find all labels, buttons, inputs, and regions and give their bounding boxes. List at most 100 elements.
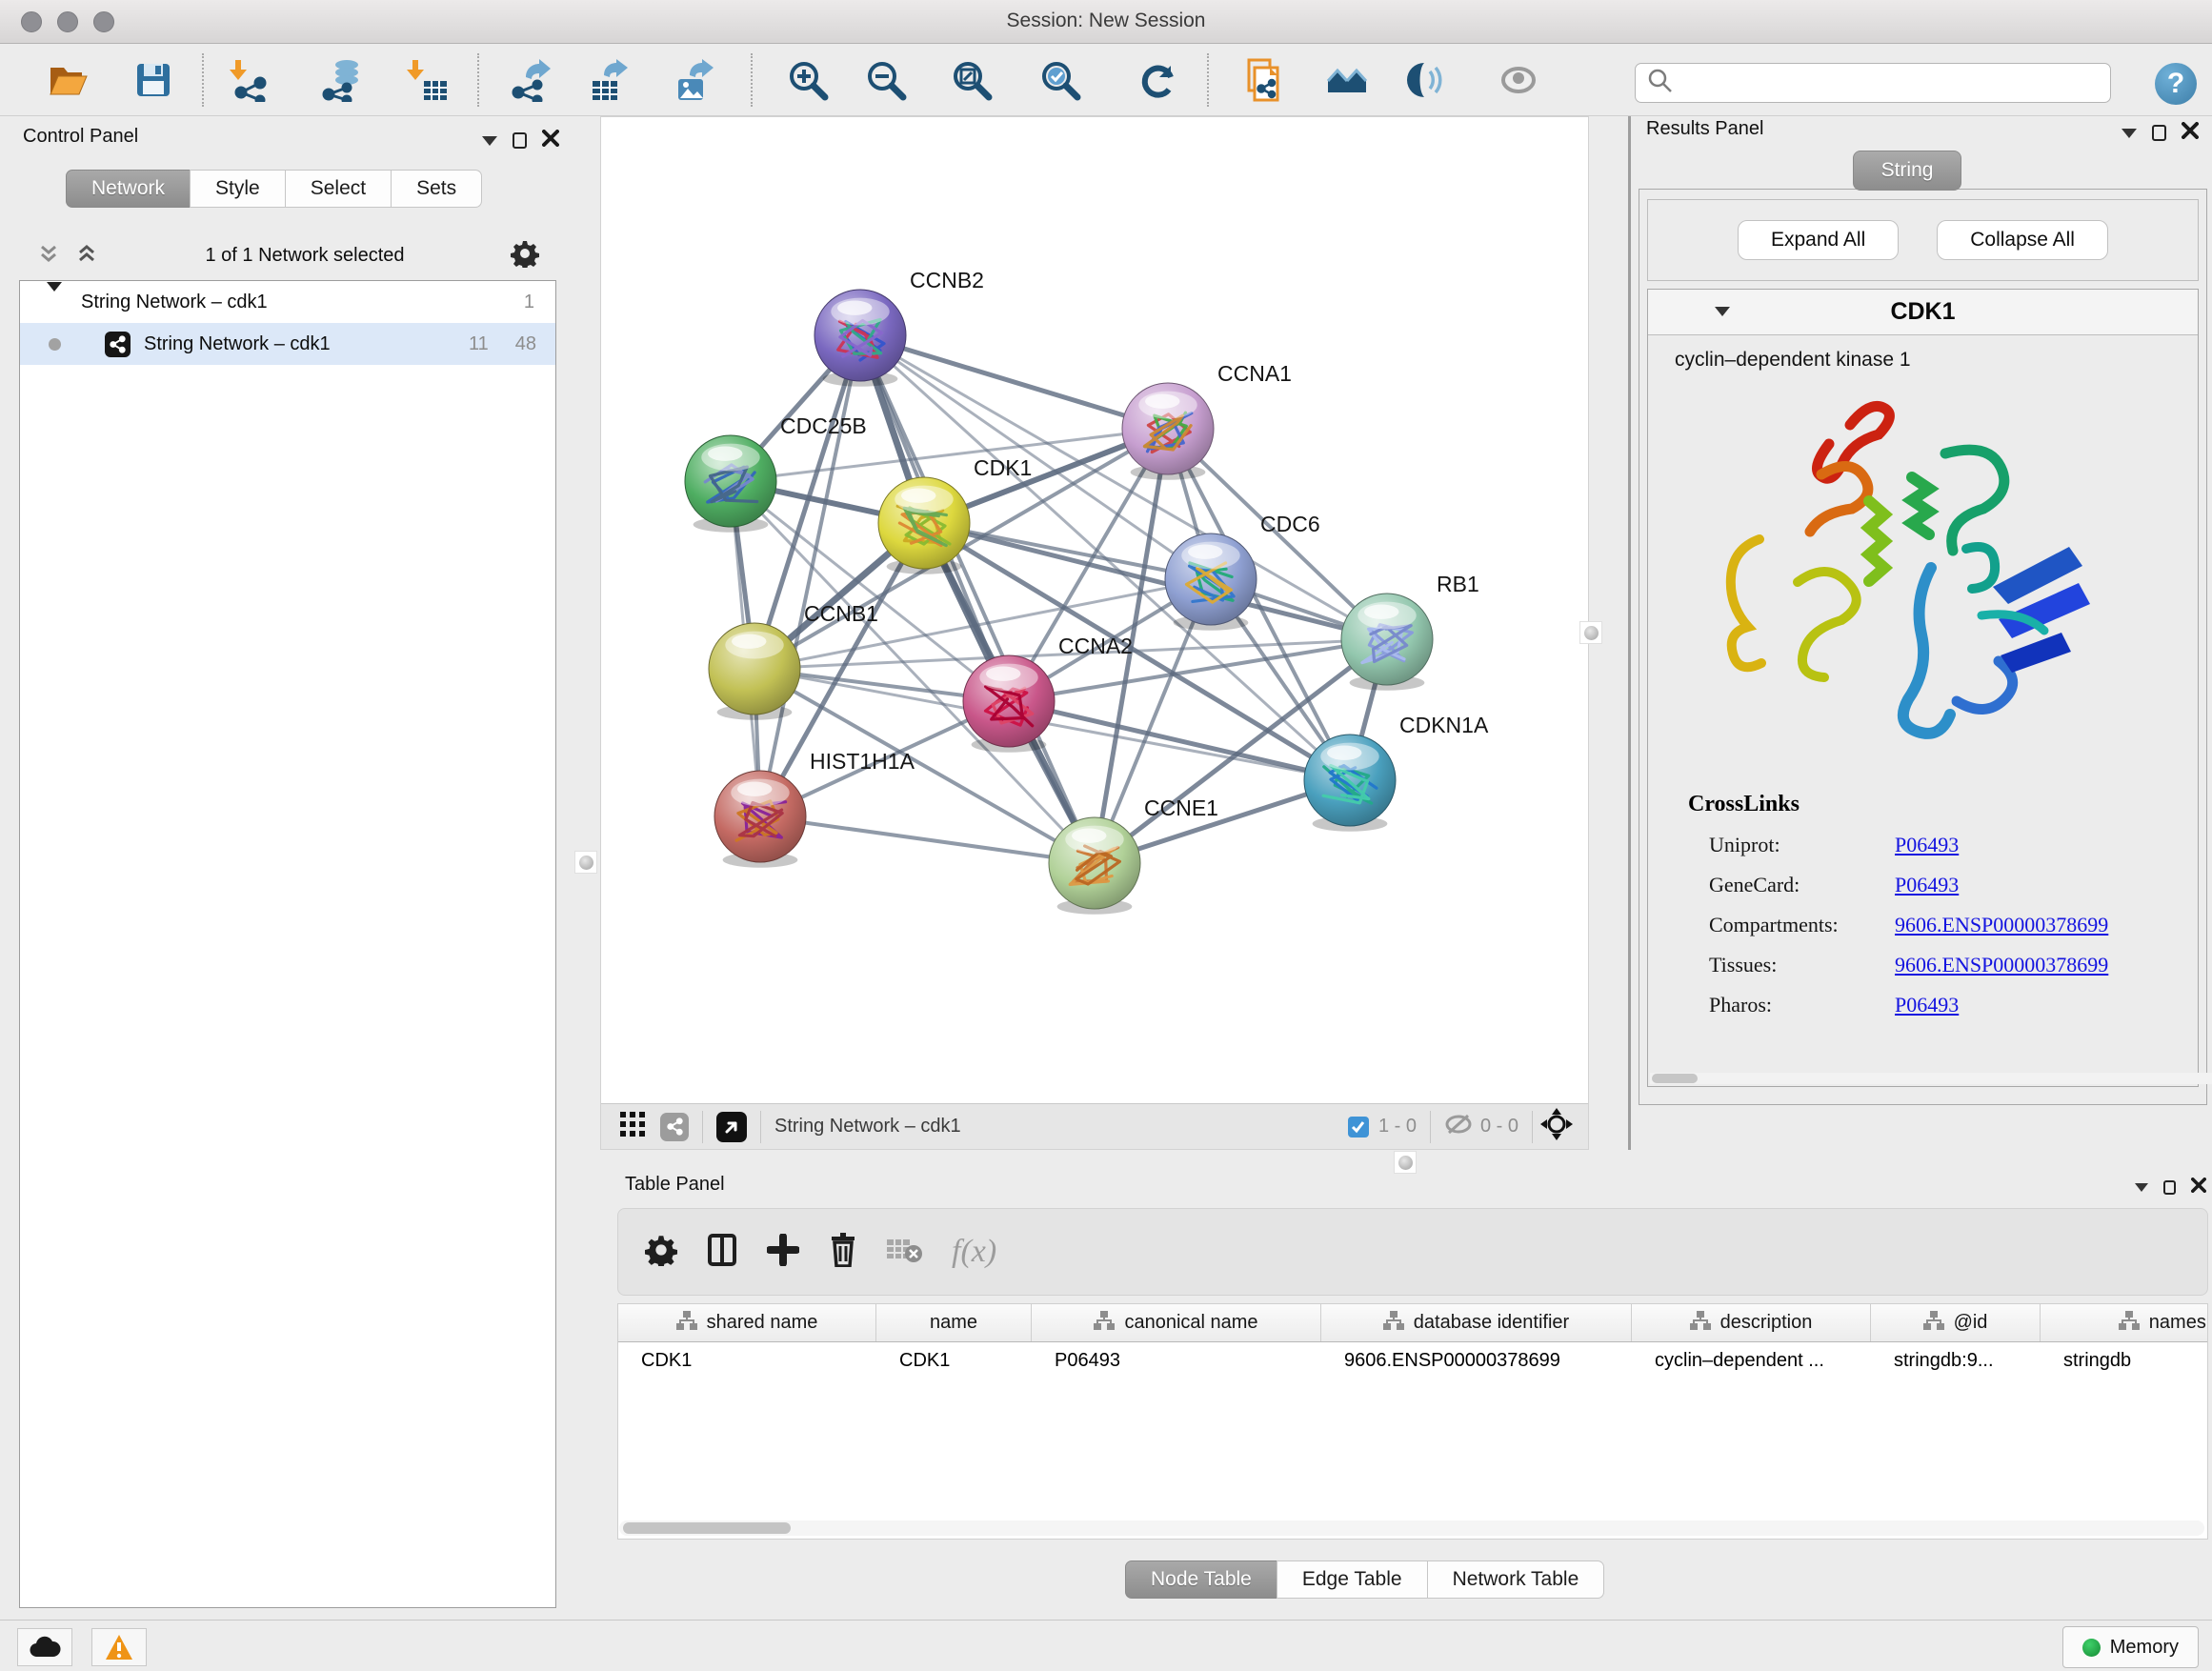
open-session-icon[interactable]	[45, 57, 90, 103]
panel-menu-icon[interactable]	[2135, 1183, 2148, 1192]
grid-view-icon[interactable]	[620, 1112, 645, 1141]
memory-button[interactable]: Memory	[2062, 1626, 2199, 1668]
panel-float-icon[interactable]	[513, 132, 527, 149]
network-view-mode-icon[interactable]	[660, 1113, 689, 1141]
crosslink-link[interactable]: P06493	[1895, 833, 1959, 857]
string-home-icon[interactable]	[1324, 57, 1370, 103]
crosslink-link[interactable]: 9606.ENSP00000378699	[1895, 913, 2108, 937]
collapse-section-icon[interactable]	[1715, 307, 1730, 316]
network-node-RB1[interactable]: RB1	[1341, 572, 1479, 691]
table-cell[interactable]: CDK1	[876, 1342, 1032, 1379]
add-column-icon[interactable]	[767, 1234, 799, 1271]
tab-select[interactable]: Select	[285, 170, 392, 208]
panel-menu-icon[interactable]	[482, 136, 497, 146]
table-row[interactable]: CDK1CDK1P064939606.ENSP00000378699cyclin…	[618, 1342, 2207, 1379]
right-splitter-handle[interactable]	[1579, 621, 1602, 644]
birdseye-view-icon[interactable]	[716, 1112, 747, 1142]
zoom-in-icon[interactable]	[785, 57, 831, 103]
import-table-file-icon[interactable]	[404, 57, 450, 103]
results-hscroll-thumb[interactable]	[1652, 1074, 1698, 1083]
expand-all-button[interactable]: Expand All	[1738, 220, 1899, 260]
protein-card-header[interactable]: CDK1	[1648, 290, 2198, 335]
panel-close-icon[interactable]	[2191, 1178, 2206, 1198]
column-header-canonical-name[interactable]: canonical name	[1032, 1304, 1321, 1341]
hidden-counts: 0 - 0	[1480, 1116, 1518, 1137]
table-settings-gear-icon[interactable]	[645, 1234, 677, 1271]
table-hscrollbar[interactable]	[619, 1520, 2204, 1536]
table-cell[interactable]: stringdb	[2041, 1342, 2208, 1379]
clone-network-icon[interactable]	[1242, 57, 1288, 103]
network-row[interactable]: String Network – cdk1 11 48	[20, 323, 555, 365]
tab-string[interactable]: String	[1853, 151, 1961, 191]
network-node-CDK1[interactable]: CDK1	[878, 455, 1032, 574]
selected-checkbox-icon[interactable]	[1348, 1117, 1369, 1137]
network-node-CCNB2[interactable]: CCNB2	[814, 268, 984, 387]
network-node-CCNB1[interactable]: CCNB1	[709, 601, 878, 720]
table-cell[interactable]: CDK1	[618, 1342, 876, 1379]
network-node-HIST1H1A[interactable]: HIST1H1A	[714, 749, 915, 868]
zoom-selected-icon[interactable]	[1037, 57, 1083, 103]
zoom-fit-icon[interactable]	[949, 57, 995, 103]
panel-float-icon[interactable]	[2163, 1180, 2176, 1195]
column-header-database-identifier[interactable]: database identifier	[1321, 1304, 1632, 1341]
table-toolbar: f(x)	[617, 1208, 2208, 1296]
selected-counts: 1 - 0	[1378, 1116, 1417, 1137]
gear-icon[interactable]	[511, 239, 539, 272]
tab-network[interactable]: Network	[66, 170, 191, 208]
import-network-database-icon[interactable]	[319, 57, 365, 103]
crosslinks-heading: CrossLinks	[1688, 792, 2198, 817]
tab-network-table[interactable]: Network Table	[1427, 1560, 1605, 1599]
export-image-icon[interactable]	[672, 57, 717, 103]
fit-selected-icon[interactable]	[1540, 1108, 1573, 1145]
panel-close-icon[interactable]	[2182, 122, 2199, 144]
zoom-out-icon[interactable]	[863, 57, 909, 103]
table-hscroll-thumb[interactable]	[623, 1522, 791, 1534]
import-network-file-icon[interactable]	[227, 57, 272, 103]
crosslink-link[interactable]: 9606.ENSP00000378699	[1895, 953, 2108, 977]
crosslink-link[interactable]: P06493	[1895, 873, 1959, 897]
level-of-detail-icon[interactable]	[1496, 57, 1541, 103]
show-columns-icon[interactable]	[706, 1234, 738, 1271]
column-header-shared-name[interactable]: shared name	[618, 1304, 876, 1341]
crosslink-link[interactable]: P06493	[1895, 993, 1959, 1017]
network-canvas[interactable]: CCNB2CCNA1CDC25BCDK1CDC6RB1CCNB1CCNA2CDK…	[601, 117, 1588, 1103]
toolbar-separator	[202, 53, 204, 107]
panel-menu-icon[interactable]	[2122, 129, 2137, 138]
table-cell[interactable]: 9606.ENSP00000378699	[1321, 1342, 1632, 1379]
cloud-button[interactable]	[17, 1628, 72, 1666]
node-label: CDC6	[1260, 512, 1320, 536]
panel-float-icon[interactable]	[2152, 125, 2166, 141]
export-table-icon[interactable]	[586, 57, 632, 103]
column-header-@id[interactable]: @id	[1871, 1304, 2041, 1341]
tree-expander-icon[interactable]	[47, 292, 62, 313]
tab-node-table[interactable]: Node Table	[1125, 1560, 1277, 1599]
tab-edge-table[interactable]: Edge Table	[1277, 1560, 1428, 1599]
warning-button[interactable]	[91, 1628, 147, 1666]
network-node-CCNA1[interactable]: CCNA1	[1122, 361, 1292, 480]
refresh-layout-icon[interactable]	[1136, 57, 1181, 103]
collapse-all-icon[interactable]	[36, 241, 61, 271]
network-node-CDKN1A[interactable]: CDKN1A	[1304, 713, 1489, 832]
hidden-eye-icon[interactable]	[1444, 1112, 1473, 1141]
search-input[interactable]	[1678, 72, 2110, 93]
graphics-details-icon[interactable]	[1406, 57, 1452, 103]
panel-close-icon[interactable]	[542, 130, 559, 151]
table-cell[interactable]: stringdb:9...	[1871, 1342, 2041, 1379]
column-header-name[interactable]: name	[876, 1304, 1032, 1341]
table-cell[interactable]: P06493	[1032, 1342, 1321, 1379]
save-session-icon[interactable]	[131, 57, 176, 103]
column-header-namespace[interactable]: namespace	[2041, 1304, 2208, 1341]
delete-column-icon[interactable]	[828, 1233, 858, 1272]
tab-sets[interactable]: Sets	[391, 170, 482, 208]
collapse-all-button[interactable]: Collapse All	[1937, 220, 2108, 260]
column-header-description[interactable]: description	[1632, 1304, 1871, 1341]
network-collection-row[interactable]: String Network – cdk1 1	[20, 281, 555, 323]
tab-style[interactable]: Style	[190, 170, 286, 208]
help-icon[interactable]: ?	[2155, 63, 2197, 105]
results-hscrollbar[interactable]	[1650, 1073, 2212, 1084]
left-splitter-handle[interactable]	[574, 851, 597, 874]
network-node-CDC6[interactable]: CDC6	[1165, 512, 1320, 631]
expand-all-icon[interactable]	[74, 241, 99, 271]
export-network-icon[interactable]	[508, 57, 553, 103]
table-cell[interactable]: cyclin–dependent ...	[1632, 1342, 1871, 1379]
